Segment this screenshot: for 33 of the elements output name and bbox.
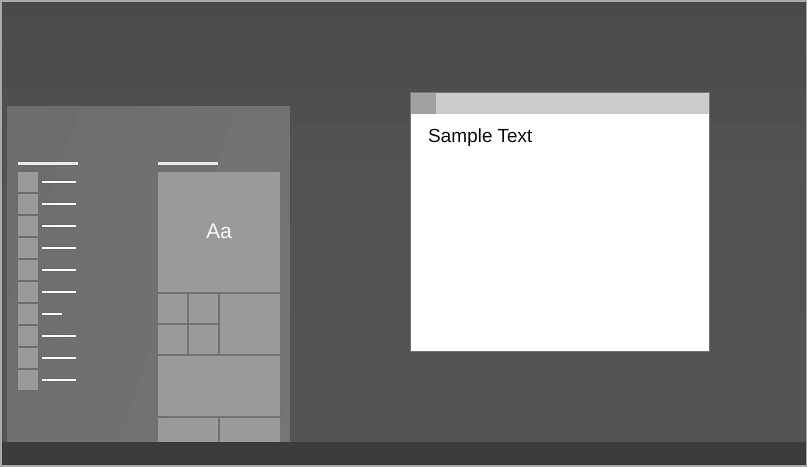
medium-tile[interactable] — [158, 418, 218, 442]
app-name-line — [42, 203, 76, 205]
small-tile[interactable] — [189, 294, 218, 323]
app-name-line — [42, 379, 76, 381]
app-name-line — [42, 313, 62, 315]
app-name-line — [42, 291, 76, 293]
small-tile[interactable] — [220, 418, 280, 442]
app-icon[interactable] — [18, 326, 38, 346]
app-name-line — [42, 269, 76, 271]
app-icon[interactable] — [18, 370, 38, 390]
app-icon[interactable] — [18, 194, 38, 214]
app-name-line — [42, 225, 76, 227]
small-tile[interactable] — [158, 294, 187, 323]
app-name-line — [42, 335, 76, 337]
window-icon — [411, 93, 436, 114]
small-tile[interactable] — [158, 325, 187, 354]
sample-text: Sample Text — [427, 125, 534, 149]
app-icon[interactable] — [18, 304, 38, 324]
app-icon[interactable] — [18, 238, 38, 258]
small-tile[interactable] — [189, 325, 218, 354]
live-tile[interactable]: Aa — [158, 172, 280, 292]
app-icon[interactable] — [18, 172, 38, 192]
app-icon[interactable] — [18, 216, 38, 236]
header-line — [158, 162, 218, 165]
app-name-line — [42, 247, 76, 249]
header-line — [18, 162, 78, 165]
app-icon[interactable] — [18, 282, 38, 302]
app-icon[interactable] — [18, 348, 38, 368]
app-name-line — [42, 357, 76, 359]
app-icon[interactable] — [18, 260, 38, 280]
app-name-line — [42, 181, 76, 183]
medium-tile[interactable] — [220, 294, 280, 354]
wide-tile[interactable] — [158, 356, 280, 416]
